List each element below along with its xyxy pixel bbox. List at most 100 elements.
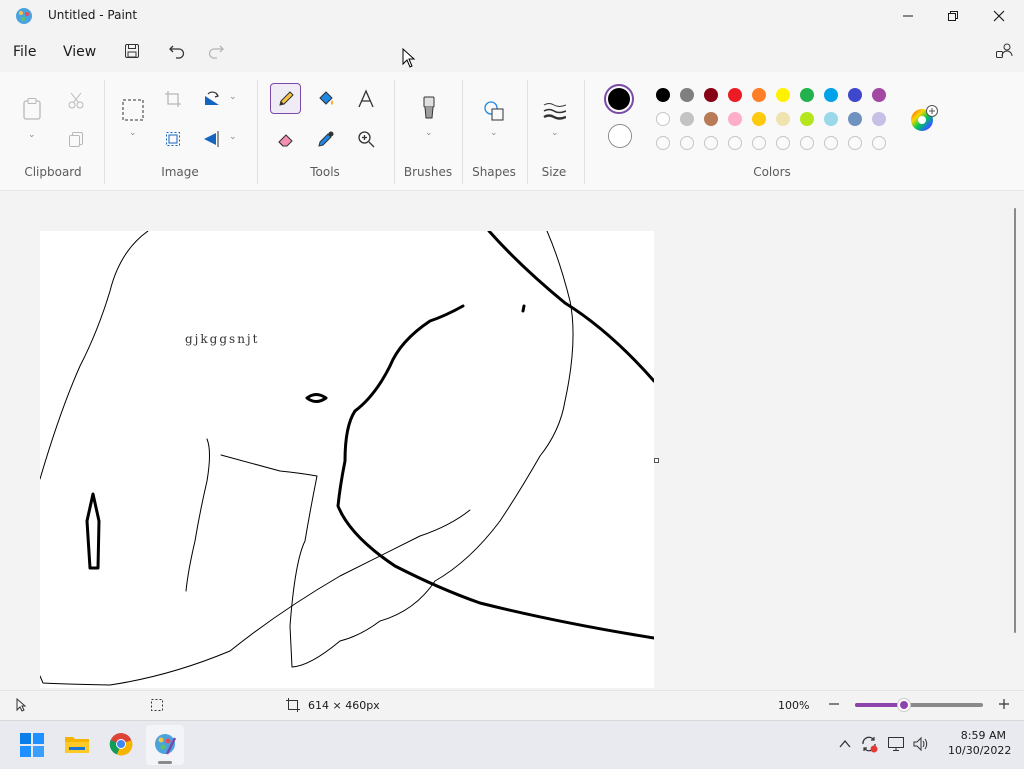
custom-color-slot[interactable] (656, 136, 670, 150)
magnifier-tool-button[interactable] (354, 127, 378, 151)
custom-color-slot[interactable] (800, 136, 814, 150)
custom-color-slot[interactable] (872, 136, 886, 150)
rotate-button[interactable] (200, 87, 224, 111)
palette-swatch[interactable] (824, 88, 838, 102)
account-button[interactable] (993, 40, 1015, 62)
custom-color-slot[interactable] (728, 136, 742, 150)
sync-error-icon (862, 736, 878, 753)
minimize-button[interactable] (885, 0, 931, 32)
palette-swatch[interactable] (656, 88, 670, 102)
windows-logo-icon (20, 733, 44, 757)
primary-color-selector[interactable] (604, 84, 634, 114)
text-tool-button[interactable] (354, 87, 378, 111)
chrome-taskbar-button[interactable] (109, 732, 133, 759)
custom-color-slot[interactable] (848, 136, 862, 150)
show-hidden-icons-button[interactable] (838, 737, 852, 754)
flip-dropdown-chevron[interactable]: ⌄ (229, 132, 237, 142)
custom-color-slot[interactable] (824, 136, 838, 150)
sync-tray-icon[interactable] (860, 735, 878, 756)
palette-swatch[interactable] (848, 88, 862, 102)
palette-swatch[interactable] (704, 88, 718, 102)
custom-color-slot[interactable] (776, 136, 790, 150)
flip-icon (204, 131, 219, 147)
palette-swatch[interactable] (776, 112, 790, 126)
palette-swatch[interactable] (656, 112, 670, 126)
restore-button[interactable] (930, 0, 976, 32)
paste-dropdown-chevron[interactable]: ⌄ (28, 130, 36, 140)
palette-swatch[interactable] (704, 112, 718, 126)
brushes-button[interactable] (417, 96, 441, 120)
custom-color-slot[interactable] (752, 136, 766, 150)
color-picker-tool-button[interactable] (314, 127, 338, 151)
clipboard-group-label: Clipboard (24, 165, 82, 179)
palette-swatch[interactable] (680, 88, 694, 102)
shapes-button[interactable] (482, 99, 506, 123)
image-group-label: Image (161, 165, 199, 179)
crop-button[interactable] (161, 87, 185, 111)
fill-tool-button[interactable] (314, 87, 338, 111)
secondary-color-swatch (609, 125, 631, 147)
view-menu[interactable]: View (63, 44, 96, 60)
undo-icon (169, 45, 185, 59)
zoom-slider-track[interactable] (855, 703, 983, 707)
eraser-tool-button[interactable] (274, 127, 298, 151)
redo-button[interactable] (205, 40, 227, 62)
palette-swatch[interactable] (824, 112, 838, 126)
palette-swatch[interactable] (776, 88, 790, 102)
zoom-in-button[interactable] (997, 697, 1011, 714)
zoom-out-button[interactable] (827, 697, 841, 714)
pencil-tool-button[interactable] (270, 83, 301, 114)
copy-button[interactable] (64, 127, 88, 151)
custom-color-slot[interactable] (704, 136, 718, 150)
zoom-slider-fill (855, 703, 905, 707)
cut-button[interactable] (64, 88, 88, 112)
vertical-scrollbar[interactable] (1014, 208, 1016, 633)
resize-button[interactable] (161, 127, 185, 151)
start-button[interactable] (20, 733, 44, 760)
file-menu[interactable]: File (13, 44, 36, 60)
palette-swatch[interactable] (800, 112, 814, 126)
secondary-color-selector[interactable] (608, 124, 632, 148)
crop-icon (165, 91, 181, 107)
close-button[interactable] (976, 0, 1022, 32)
shapes-dropdown-chevron[interactable]: ⌄ (490, 128, 498, 138)
palette-swatch[interactable] (752, 112, 766, 126)
palette-swatch[interactable] (848, 112, 862, 126)
size-button[interactable] (542, 99, 566, 123)
brushes-dropdown-chevron[interactable]: ⌄ (425, 128, 433, 138)
zoom-level-text[interactable]: 100% (778, 699, 809, 712)
save-button[interactable] (121, 40, 143, 62)
undo-button[interactable] (166, 40, 188, 62)
paste-icon (23, 98, 41, 120)
select-dropdown-chevron[interactable]: ⌄ (129, 128, 137, 138)
brush-icon (423, 96, 435, 119)
palette-swatch[interactable] (800, 88, 814, 102)
volume-tray-icon[interactable] (912, 736, 930, 755)
restore-icon (948, 11, 958, 21)
custom-color-slot[interactable] (680, 136, 694, 150)
palette-swatch[interactable] (680, 112, 694, 126)
paste-button[interactable] (20, 97, 44, 121)
palette-swatch[interactable] (872, 88, 886, 102)
select-button[interactable] (121, 98, 145, 122)
rotate-dropdown-chevron[interactable]: ⌄ (229, 92, 237, 102)
taskbar-clock[interactable]: 8:59 AM 10/30/2022 (948, 729, 1011, 757)
file-explorer-taskbar-button[interactable] (64, 733, 90, 758)
palette-swatch[interactable] (728, 112, 742, 126)
paint-taskbar-button[interactable] (146, 725, 184, 765)
edit-colors-button[interactable] (910, 104, 938, 135)
account-share-icon (996, 43, 1013, 58)
eraser-icon (278, 134, 293, 147)
stroke-thin-loop-right (220, 231, 574, 668)
canvas-resize-handle[interactable] (654, 458, 659, 463)
drawing-canvas[interactable] (40, 231, 654, 688)
palette-swatch[interactable] (752, 88, 766, 102)
size-dropdown-chevron[interactable]: ⌄ (551, 128, 559, 138)
pencil-icon (278, 90, 294, 106)
network-tray-icon[interactable] (887, 736, 905, 755)
palette-swatch[interactable] (872, 112, 886, 126)
flip-button[interactable] (200, 127, 224, 151)
scissors-icon (68, 92, 84, 109)
palette-swatch[interactable] (728, 88, 742, 102)
canvas-drawing (40, 231, 654, 686)
